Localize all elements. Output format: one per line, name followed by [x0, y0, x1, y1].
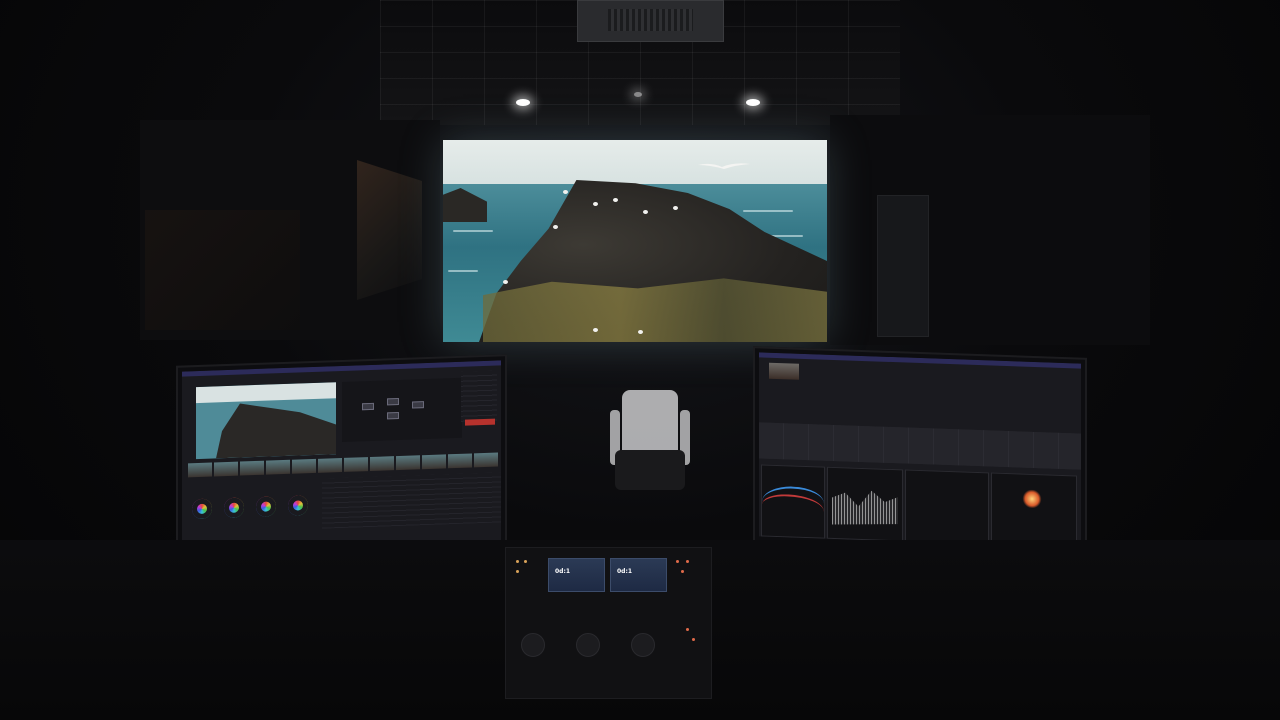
app-title-bar: [182, 360, 501, 377]
seagull: [553, 225, 558, 229]
seagull: [503, 280, 508, 284]
clip-thumbnail[interactable]: [769, 362, 799, 380]
seagull: [643, 210, 648, 214]
vectorscope: [991, 472, 1077, 548]
panel-display-right-value: 0d:1: [617, 568, 633, 575]
layer-list[interactable]: [461, 370, 497, 422]
seagull: [593, 202, 598, 206]
trackball[interactable]: [576, 633, 600, 657]
sky: [443, 140, 827, 188]
ceiling-light-center: [634, 92, 642, 97]
projection-screen: [443, 140, 827, 342]
panel-display-left-value: 0d:1: [555, 568, 571, 575]
waveform-scope: [827, 466, 903, 542]
panel-led: [516, 570, 519, 573]
color-wheels[interactable]: [192, 495, 312, 529]
timeline[interactable]: [759, 422, 1081, 470]
panel-led: [524, 560, 527, 563]
color-grading-suite: 0d:1 0d:1: [0, 0, 1280, 720]
seagull: [613, 198, 618, 202]
panel-display-right: 0d:1: [610, 558, 667, 592]
parade-scope: [761, 464, 825, 539]
flying-seagull-icon: [698, 163, 750, 169]
adjustment-panel[interactable]: [322, 472, 501, 529]
air-conditioner: [577, 0, 724, 42]
panel-led: [686, 628, 689, 631]
scopes-software-ui[interactable]: [759, 352, 1081, 548]
panel-led: [692, 638, 695, 641]
ceiling-light-right: [746, 99, 760, 106]
seagull: [673, 206, 678, 210]
grading-control-panel[interactable]: 0d:1 0d:1: [505, 547, 712, 699]
node-graph[interactable]: [342, 377, 462, 442]
right-monitor: [753, 346, 1087, 554]
wall-reflection: [145, 210, 300, 330]
grading-software-ui[interactable]: [182, 360, 501, 552]
app-title-bar: [759, 352, 1081, 369]
seagull: [593, 328, 598, 332]
side-reflection-panel: [357, 160, 422, 300]
record-indicator: [465, 418, 495, 426]
trackball[interactable]: [631, 633, 655, 657]
chair: [610, 390, 690, 510]
trackball[interactable]: [521, 633, 545, 657]
color-wheel-icon[interactable]: [256, 496, 276, 517]
panel-display-left: 0d:1: [548, 558, 605, 592]
video-viewer[interactable]: [196, 382, 336, 460]
panel-led: [681, 570, 684, 573]
seagull: [563, 190, 568, 194]
door: [877, 195, 929, 337]
seagull: [638, 330, 643, 334]
panel-led: [686, 560, 689, 563]
color-wheel-icon[interactable]: [224, 497, 244, 519]
panel-led: [676, 560, 679, 563]
color-wheel-icon[interactable]: [288, 495, 308, 516]
histogram-scope: [905, 469, 989, 545]
color-wheel-icon[interactable]: [192, 498, 212, 520]
ceiling-light-left: [516, 99, 530, 106]
left-monitor: [176, 354, 507, 558]
panel-led: [516, 560, 519, 563]
